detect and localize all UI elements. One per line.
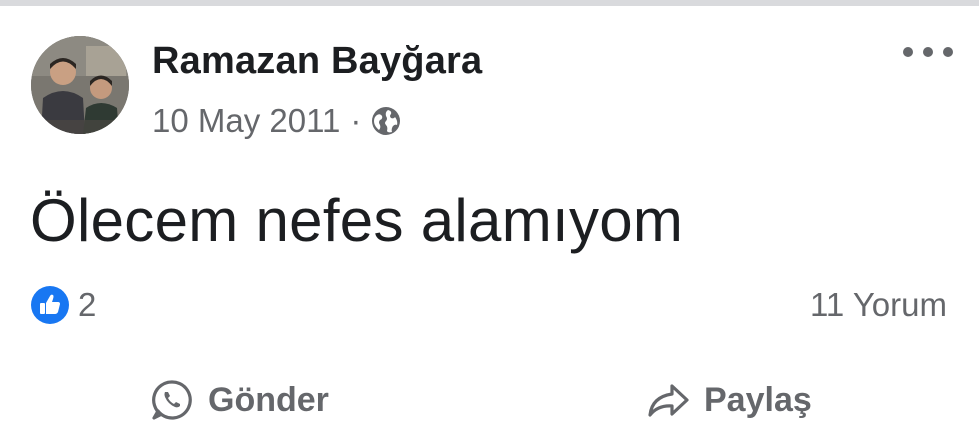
like-icon [30, 285, 70, 325]
share-label: Paylaş [704, 380, 812, 419]
post-text: Ölecem nefes alamıyom [30, 187, 684, 254]
more-options-button[interactable] [903, 40, 953, 64]
post-date[interactable]: 10 May 2011 [152, 102, 340, 140]
top-divider [0, 0, 979, 6]
avatar-photo [31, 36, 129, 134]
globe-icon[interactable] [371, 106, 401, 136]
meta-separator: · [350, 102, 362, 139]
reactions-summary[interactable]: 2 [30, 285, 96, 325]
like-count: 2 [78, 286, 97, 323]
whatsapp-icon [150, 378, 194, 422]
more-dot [923, 47, 933, 57]
more-dot [943, 47, 953, 57]
avatar[interactable] [31, 36, 129, 134]
send-button[interactable]: Gönder [150, 375, 329, 425]
share-button[interactable]: Paylaş [646, 375, 812, 425]
author-name[interactable]: Ramazan Bayğara [152, 40, 482, 83]
more-horizontal-icon [903, 47, 913, 57]
share-arrow-icon [646, 378, 690, 422]
send-label: Gönder [208, 380, 329, 419]
comment-count-link[interactable]: 11 Yorum [810, 286, 947, 324]
post-meta: 10 May 2011 · [152, 100, 401, 142]
